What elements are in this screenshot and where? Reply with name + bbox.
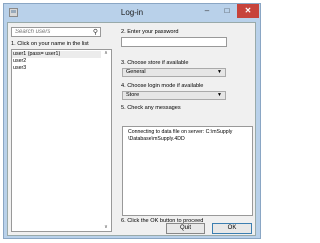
search-input[interactable]: [12, 28, 87, 36]
login-window: Log-in – □ ✕ ⚲ 1. Click on your name in …: [3, 3, 261, 239]
login-mode-dropdown[interactable]: Store ▼: [122, 91, 226, 100]
close-button[interactable]: ✕: [237, 4, 259, 18]
message-line: \Database\mSupply.4DD: [128, 136, 185, 142]
chevron-down-icon: ▼: [217, 69, 222, 75]
user-list-heading: 1. Click on your name in the list: [11, 41, 89, 47]
password-input[interactable]: [122, 38, 226, 46]
search-icon[interactable]: ⚲: [93, 28, 98, 36]
chevron-down-icon: ▼: [217, 92, 222, 98]
password-heading: 2. Enter your password: [121, 29, 179, 35]
list-item-user2[interactable]: user2: [12, 58, 101, 65]
messages-box: Connecting to data file on server: C:\mS…: [122, 126, 253, 216]
ok-button[interactable]: OK: [212, 223, 252, 234]
list-item-user1[interactable]: user1 (pass= user1): [12, 51, 101, 58]
store-heading: 3. Choose store if available: [121, 60, 189, 66]
maximize-button[interactable]: □: [217, 4, 237, 18]
title-bar: Log-in – □ ✕: [4, 4, 260, 22]
store-dropdown[interactable]: General ▼: [122, 68, 226, 77]
messages-heading: 5. Check any messages: [121, 105, 181, 111]
minimize-button[interactable]: –: [197, 4, 217, 18]
login-mode-selected: Store: [126, 92, 140, 98]
store-selected: General: [126, 69, 146, 75]
message-line: Connecting to data file on server: C:\mS…: [128, 129, 233, 135]
scroll-down-arrow-icon[interactable]: ∨: [102, 224, 110, 231]
password-field[interactable]: [121, 37, 227, 47]
quit-button[interactable]: Quit: [166, 223, 205, 234]
login-mode-heading: 4. Choose login mode if available: [121, 83, 204, 89]
user-list[interactable]: user1 (pass= user1) user2 user3 ∧ ∨: [11, 49, 112, 232]
login-panel: ⚲ 1. Click on your name in the list user…: [7, 22, 256, 236]
scroll-up-arrow-icon[interactable]: ∧: [102, 50, 110, 57]
search-box[interactable]: ⚲: [11, 27, 101, 37]
list-item-user3[interactable]: user3: [12, 65, 101, 72]
